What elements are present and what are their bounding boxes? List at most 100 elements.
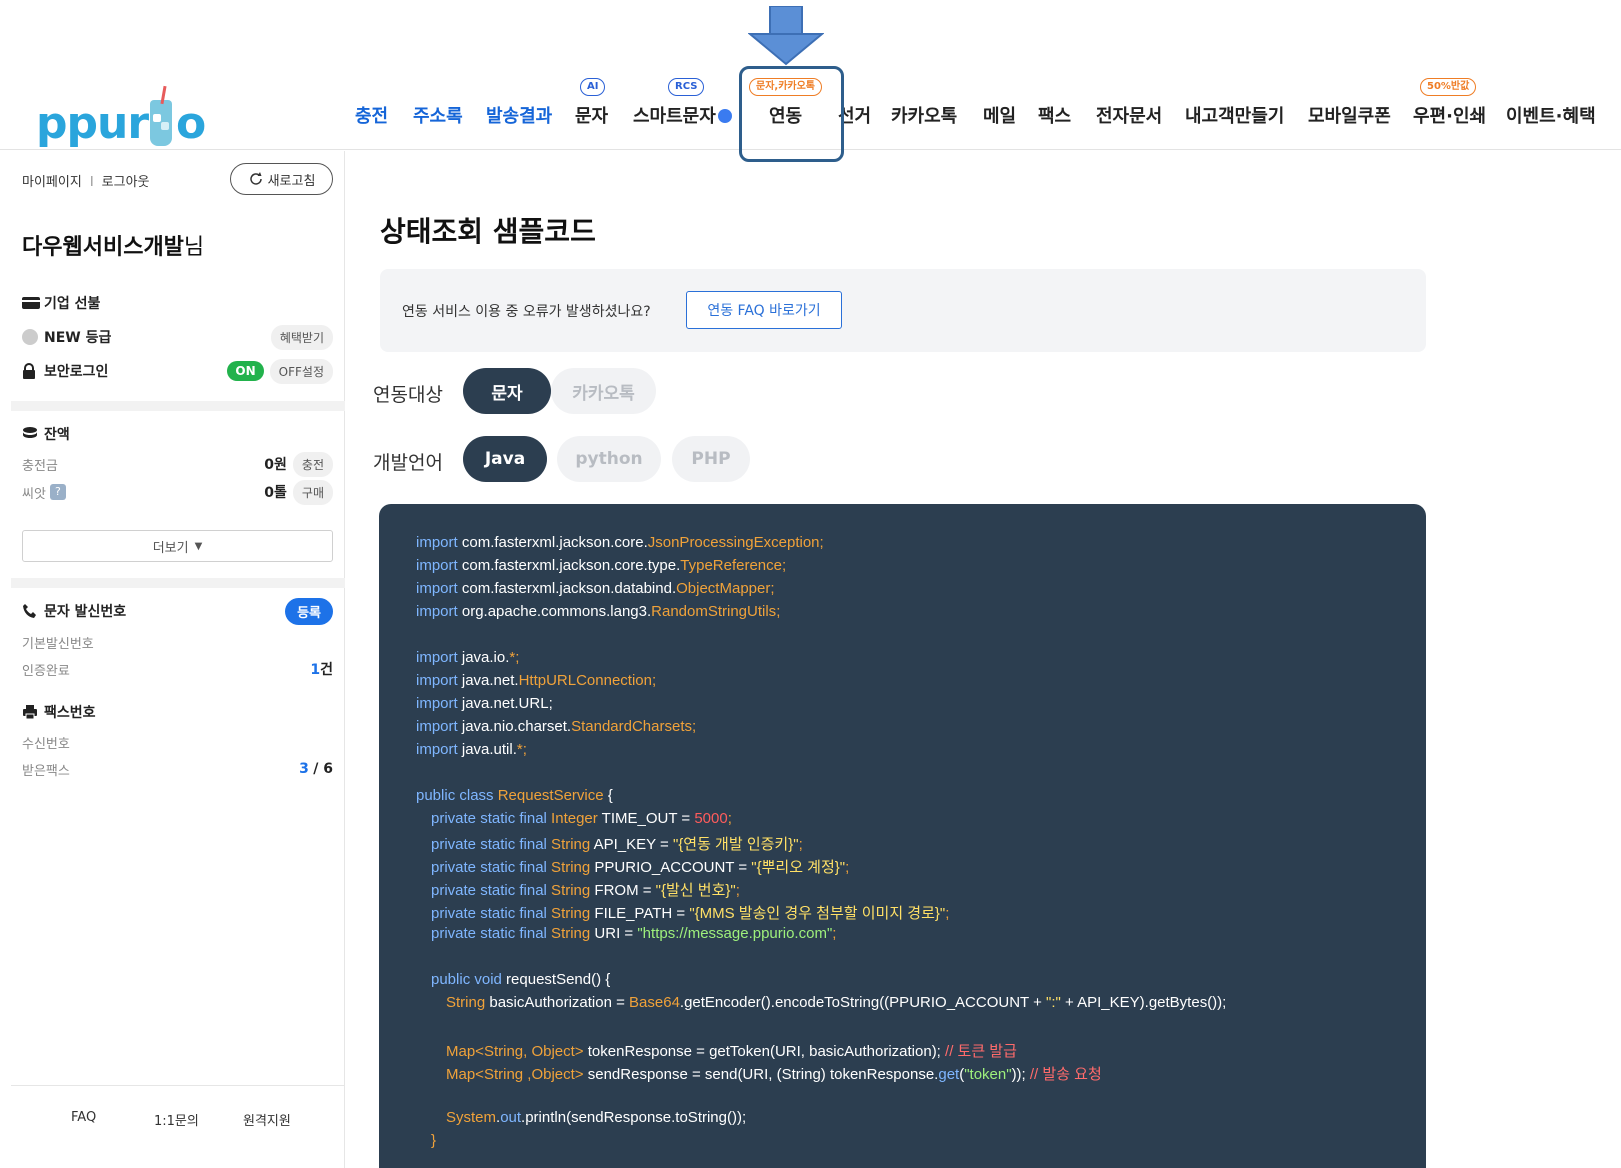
code-token: StandardCharsets <box>571 718 692 735</box>
code-line: Map<String, Object> tokenResponse = getT… <box>446 1040 1017 1061</box>
link-divider: I <box>89 175 94 190</box>
nav-mobile-coupon[interactable]: 모바일쿠폰 <box>1308 102 1391 128</box>
secure-off-button[interactable]: OFF설정 <box>269 358 333 384</box>
nav-my-customers[interactable]: 내고객만들기 <box>1185 102 1284 128</box>
sender-title: 문자 발신번호 <box>44 604 127 620</box>
fax-received-row: 받은팩스 3 / 6 <box>22 756 333 782</box>
target-kakaotalk-chip[interactable]: 카카오톡 <box>551 368 656 414</box>
sender-title-row: 문자 발신번호 등록 <box>22 597 333 625</box>
grade-circle-icon <box>22 329 44 345</box>
faq-link[interactable]: FAQ <box>71 1110 96 1125</box>
register-button[interactable]: 등록 <box>285 597 333 625</box>
code-token: requestSend() { <box>501 971 611 988</box>
benefit-button[interactable]: 혜택받기 <box>270 324 333 350</box>
lang-python-chip[interactable]: python <box>557 436 661 482</box>
nav-fax[interactable]: 팩스 <box>1038 102 1071 128</box>
code-token: JsonProcessingException <box>647 534 820 551</box>
code-token: .println(sendResponse.toString()); <box>521 1109 747 1126</box>
secure-login-row: 보안로그인 ON OFF설정 <box>22 358 333 384</box>
fax-title-row: 팩스번호 <box>22 699 333 725</box>
refresh-button[interactable]: 새로고침 <box>230 163 333 195</box>
lang-java-chip[interactable]: Java <box>463 436 547 482</box>
charge-button[interactable]: 충전 <box>292 451 333 477</box>
code-token: ; <box>776 603 781 620</box>
code-token: import <box>416 718 458 735</box>
help-icon[interactable]: ? <box>49 484 66 500</box>
nav-events[interactable]: 이벤트·혜택 <box>1506 102 1596 128</box>
balance-title-row: 잔액 <box>22 421 333 447</box>
sidebar-footer: FAQ 1:1문의 원격지원 <box>11 1085 345 1168</box>
mypage-link[interactable]: 마이페이지 <box>22 175 82 190</box>
code-token: ; <box>770 580 775 597</box>
fax-received-label: 받은팩스 <box>22 763 70 779</box>
section-divider <box>11 401 345 411</box>
code-token: java.io. <box>457 649 510 666</box>
code-token: java.net.URL; <box>457 695 553 712</box>
code-token: String <box>546 882 591 899</box>
nav-addressbook[interactable]: 주소록 <box>413 102 463 128</box>
code-token: private static final <box>431 882 547 899</box>
code-line: import com.fasterxml.jackson.core.JsonPr… <box>416 534 824 551</box>
code-token: ; <box>692 718 697 735</box>
code-token: String <box>546 905 591 922</box>
code-token: "https://message.ppurio.com" <box>637 925 833 942</box>
nav-smart-sms[interactable]: 스마트문자 <box>633 102 732 128</box>
balance-title: 잔액 <box>44 427 70 443</box>
charge-row: 충전금 0원 충전 <box>22 451 333 477</box>
code-line: import java.net.URL; <box>416 695 553 712</box>
code-line: import java.nio.charset.StandardCharsets… <box>416 718 696 735</box>
code-token: "{MMS 발송인 경우 첨부할 이미지 경로}" <box>689 905 946 922</box>
code-line: private static final String FILE_PATH = … <box>431 902 949 923</box>
code-token: } <box>431 1132 437 1149</box>
nav-postal-print[interactable]: 우편·인쇄 <box>1413 102 1486 128</box>
prepaid-row: 기업 선불 <box>22 290 333 316</box>
prepaid-label: 기업 선불 <box>44 296 101 312</box>
code-line: Map<String ,Object> sendResponse = send(… <box>446 1063 1102 1084</box>
code-token: tokenResponse = getToken(URI, basicAutho… <box>583 1043 946 1060</box>
code-token: import <box>416 557 458 574</box>
code-token: com.fasterxml.jackson.databind. <box>457 580 677 597</box>
faq-shortcut-button[interactable]: 연동 FAQ 바로가기 <box>686 291 842 329</box>
more-button[interactable]: 더보기 ▼ <box>22 530 333 562</box>
fax-count[interactable]: 3 <box>299 761 309 777</box>
code-token: ; <box>522 741 527 758</box>
code-token: RandomStringUtils <box>651 603 777 620</box>
refresh-label: 새로고침 <box>267 173 316 189</box>
code-token: RequestService <box>497 787 604 804</box>
lock-icon <box>22 363 44 379</box>
secure-on-badge: ON <box>227 361 264 381</box>
nav-send-result[interactable]: 발송결과 <box>486 102 552 128</box>
nav-mail[interactable]: 메일 <box>983 102 1016 128</box>
code-sample-block[interactable]: import com.fasterxml.jackson.core.JsonPr… <box>379 504 1426 1168</box>
code-line: import java.util.*; <box>416 741 527 758</box>
half-price-badge: 50%반값 <box>1420 78 1477 96</box>
code-line: import com.fasterxml.jackson.core.type.T… <box>416 557 786 574</box>
code-token: String <box>446 994 486 1011</box>
lang-php-chip[interactable]: PHP <box>672 436 750 482</box>
code-token: String <box>546 836 591 853</box>
code-token: import <box>416 534 458 551</box>
remote-support-link[interactable]: 원격지원 <box>243 1110 291 1129</box>
code-token: String <box>546 859 591 876</box>
code-token: URI = <box>590 925 638 942</box>
nav-sms[interactable]: 문자 <box>575 102 608 128</box>
code-token: TIME_OUT = <box>597 810 695 827</box>
code-token: private static final <box>431 905 547 922</box>
nav-e-document[interactable]: 전자문서 <box>1096 102 1162 128</box>
inquiry-link[interactable]: 1:1문의 <box>154 1110 199 1129</box>
buy-button[interactable]: 구매 <box>292 479 333 505</box>
target-sms-chip[interactable]: 문자 <box>463 368 551 414</box>
top-header: ppur o 충전 주소록 발송결과 AI 문자 RCS 스마트문자 문자,카카… <box>0 0 1621 162</box>
user-suffix: 님 <box>183 235 205 260</box>
logout-link[interactable]: 로그아웃 <box>102 175 150 190</box>
code-token: private static final <box>431 859 547 876</box>
code-token: java.net. <box>457 672 519 689</box>
code-line: System.out.println(sendResponse.toString… <box>446 1109 746 1126</box>
verified-row: 인증완료 1건 <box>22 656 333 682</box>
code-token: .getEncoder().encodeToString((PPURIO_ACC… <box>679 994 1047 1011</box>
verified-count[interactable]: 1 <box>310 662 320 678</box>
nav-kakaotalk[interactable]: 카카오톡 <box>891 102 957 128</box>
nav-charge[interactable]: 충전 <box>355 102 388 128</box>
user-name: 다우웹서비스개발님 <box>22 229 204 261</box>
fax-total: / 6 <box>313 761 333 777</box>
